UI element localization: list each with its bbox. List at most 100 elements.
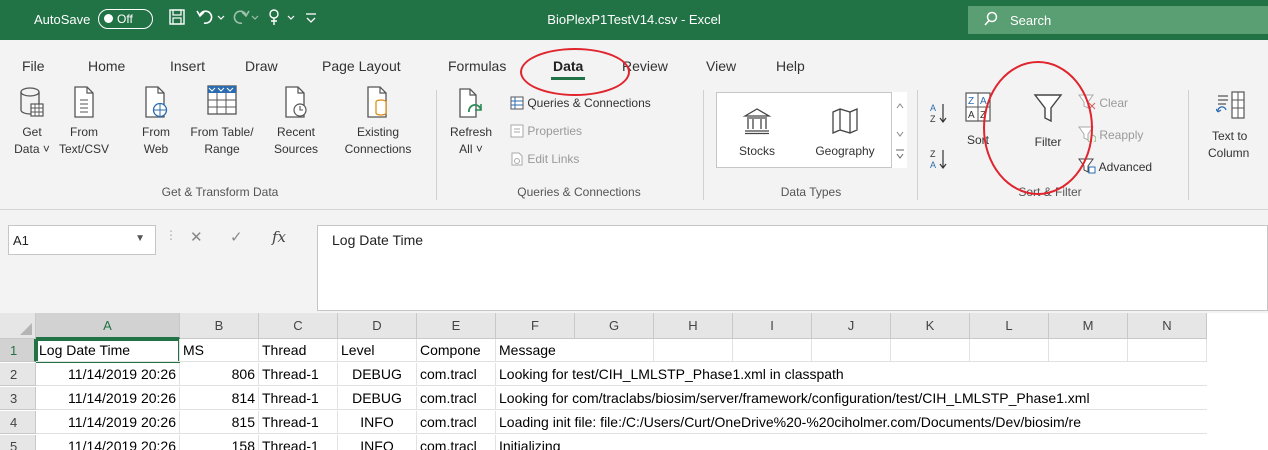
- table-cell[interactable]: [575, 435, 654, 450]
- get-data-button[interactable]: Get Data ˅: [14, 82, 50, 158]
- tab-page-layout[interactable]: Page Layout: [322, 58, 401, 74]
- table-cell[interactable]: [1128, 411, 1207, 434]
- column-header[interactable]: H: [654, 313, 733, 339]
- column-header[interactable]: N: [1128, 313, 1207, 339]
- table-cell[interactable]: [970, 435, 1049, 450]
- row-header[interactable]: 4: [0, 411, 36, 434]
- text-to-columns-button[interactable]: Text to Column: [1202, 82, 1268, 162]
- table-cell[interactable]: Loading init file: file:/C:/Users/Curt/O…: [496, 411, 1081, 434]
- tab-formulas[interactable]: Formulas: [448, 58, 506, 74]
- table-cell[interactable]: Thread: [259, 339, 338, 362]
- table-cell[interactable]: Thread-1: [259, 387, 338, 410]
- table-cell[interactable]: Looking for test/CIH_LMLSTP_Phase1.xml i…: [496, 363, 844, 386]
- insert-function-icon[interactable]: fx: [272, 228, 286, 246]
- table-cell[interactable]: [970, 339, 1049, 362]
- table-cell[interactable]: [575, 339, 654, 362]
- table-cell[interactable]: 815: [180, 411, 259, 434]
- table-cell[interactable]: [1128, 387, 1207, 410]
- table-cell[interactable]: [654, 339, 733, 362]
- table-cell[interactable]: [1049, 339, 1128, 362]
- column-header[interactable]: J: [812, 313, 891, 339]
- stocks-button[interactable]: Stocks: [731, 99, 783, 160]
- table-cell[interactable]: 11/14/2019 20:26: [36, 363, 180, 386]
- table-cell[interactable]: [891, 339, 970, 362]
- column-header[interactable]: M: [1049, 313, 1128, 339]
- column-header[interactable]: I: [733, 313, 812, 339]
- table-cell[interactable]: com.tracl: [417, 363, 496, 386]
- refresh-all-button[interactable]: Refresh All ˅: [448, 82, 494, 158]
- table-cell[interactable]: [891, 435, 970, 450]
- table-cell[interactable]: Compone: [417, 339, 496, 362]
- from-table-range-button[interactable]: From Table/ Range: [186, 82, 258, 158]
- column-header[interactable]: A: [36, 313, 180, 339]
- table-cell[interactable]: [1049, 435, 1128, 450]
- tab-help[interactable]: Help: [776, 58, 805, 74]
- table-cell[interactable]: [891, 363, 970, 386]
- edit-links-button[interactable]: Edit Links: [510, 152, 579, 166]
- table-cell[interactable]: 806: [180, 363, 259, 386]
- tab-view[interactable]: View: [706, 58, 736, 74]
- column-header[interactable]: B: [180, 313, 259, 339]
- table-cell[interactable]: 11/14/2019 20:26: [36, 435, 180, 450]
- tab-draw[interactable]: Draw: [245, 58, 278, 74]
- search-box[interactable]: Search: [968, 6, 1268, 34]
- table-cell[interactable]: 814: [180, 387, 259, 410]
- column-header[interactable]: L: [970, 313, 1049, 339]
- existing-connections-button[interactable]: Existing Connections: [332, 82, 424, 158]
- table-cell[interactable]: [1128, 435, 1207, 450]
- table-cell[interactable]: Level: [338, 339, 417, 362]
- advanced-filter-button[interactable]: Advanced: [1078, 158, 1152, 174]
- name-box[interactable]: A1 ▼: [8, 225, 156, 255]
- geography-button[interactable]: Geography: [809, 99, 881, 160]
- table-cell[interactable]: Looking for com/traclabs/biosim/server/f…: [496, 387, 1090, 410]
- cancel-icon[interactable]: ✕: [190, 228, 203, 246]
- table-cell[interactable]: [654, 435, 733, 450]
- sort-a-z-button[interactable]: AZ: [930, 102, 948, 127]
- table-cell[interactable]: Initializing: [496, 435, 575, 450]
- table-cell[interactable]: DEBUG: [338, 387, 417, 410]
- enter-icon[interactable]: ✓: [230, 228, 243, 246]
- data-types-scroll[interactable]: [891, 92, 907, 168]
- from-text-csv-button[interactable]: From Text/CSV: [56, 82, 112, 158]
- table-cell[interactable]: [1128, 339, 1207, 362]
- column-header[interactable]: F: [496, 313, 575, 339]
- column-header[interactable]: C: [259, 313, 338, 339]
- tab-insert[interactable]: Insert: [170, 58, 205, 74]
- table-cell[interactable]: [733, 339, 812, 362]
- row-header[interactable]: 5: [0, 435, 36, 450]
- row-header[interactable]: 1: [0, 339, 36, 362]
- table-cell[interactable]: [970, 363, 1049, 386]
- recent-sources-button[interactable]: Recent Sources: [268, 82, 324, 158]
- table-cell[interactable]: [1128, 363, 1207, 386]
- row-header[interactable]: 3: [0, 387, 36, 410]
- tab-home[interactable]: Home: [88, 58, 125, 74]
- column-header[interactable]: K: [891, 313, 970, 339]
- table-cell[interactable]: Thread-1: [259, 435, 338, 450]
- table-cell[interactable]: com.tracl: [417, 411, 496, 434]
- table-cell[interactable]: [1049, 363, 1128, 386]
- table-cell[interactable]: Message: [496, 339, 575, 362]
- table-cell[interactable]: 11/14/2019 20:26: [36, 387, 180, 410]
- formula-input[interactable]: Log Date Time: [317, 225, 1268, 311]
- table-cell[interactable]: com.tracl: [417, 435, 496, 450]
- table-cell[interactable]: Thread-1: [259, 411, 338, 434]
- table-cell[interactable]: INFO: [338, 411, 417, 434]
- table-cell[interactable]: [733, 435, 812, 450]
- table-cell[interactable]: 11/14/2019 20:26: [36, 411, 180, 434]
- select-all-button[interactable]: [0, 313, 36, 339]
- column-header[interactable]: G: [575, 313, 654, 339]
- table-cell[interactable]: DEBUG: [338, 363, 417, 386]
- table-cell[interactable]: Log Date Time: [36, 339, 180, 362]
- table-cell[interactable]: com.tracl: [417, 387, 496, 410]
- column-header[interactable]: E: [417, 313, 496, 339]
- tab-file[interactable]: File: [22, 58, 45, 74]
- from-web-button[interactable]: From Web: [136, 82, 176, 158]
- table-cell[interactable]: [812, 339, 891, 362]
- properties-button[interactable]: Properties: [510, 124, 582, 138]
- column-header[interactable]: D: [338, 313, 417, 339]
- row-header[interactable]: 2: [0, 363, 36, 386]
- table-cell[interactable]: MS: [180, 339, 259, 362]
- table-cell[interactable]: 158: [180, 435, 259, 450]
- queries-connections-button[interactable]: Queries & Connections: [510, 96, 651, 110]
- table-cell[interactable]: [812, 435, 891, 450]
